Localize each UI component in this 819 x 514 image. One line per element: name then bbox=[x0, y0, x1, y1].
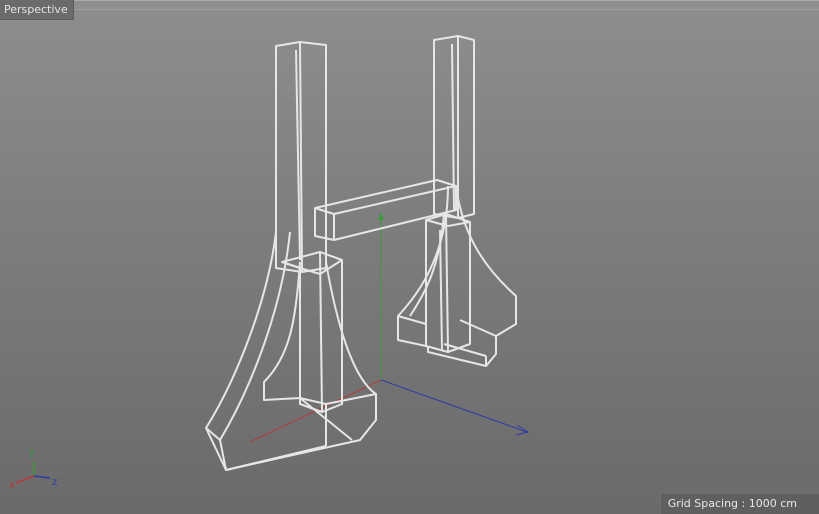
wireframe-stand-model[interactable] bbox=[205, 35, 517, 471]
world-y-axis-arrow bbox=[378, 212, 384, 220]
scene-canvas[interactable]: y x z bbox=[0, 0, 819, 514]
grid-spacing-readout: Grid Spacing : 1000 cm bbox=[659, 493, 819, 514]
world-z-axis bbox=[380, 379, 528, 433]
gizmo-x-label: x bbox=[9, 480, 15, 491]
gizmo-z-label: z bbox=[52, 477, 57, 488]
gizmo-y-label: y bbox=[29, 447, 35, 458]
axis-orientation-gizmo: y x z bbox=[9, 447, 57, 491]
viewport-title-tab[interactable]: Perspective bbox=[0, 0, 74, 20]
perspective-viewport[interactable]: y x z Perspective Grid Spacing : 1000 cm bbox=[0, 0, 819, 514]
